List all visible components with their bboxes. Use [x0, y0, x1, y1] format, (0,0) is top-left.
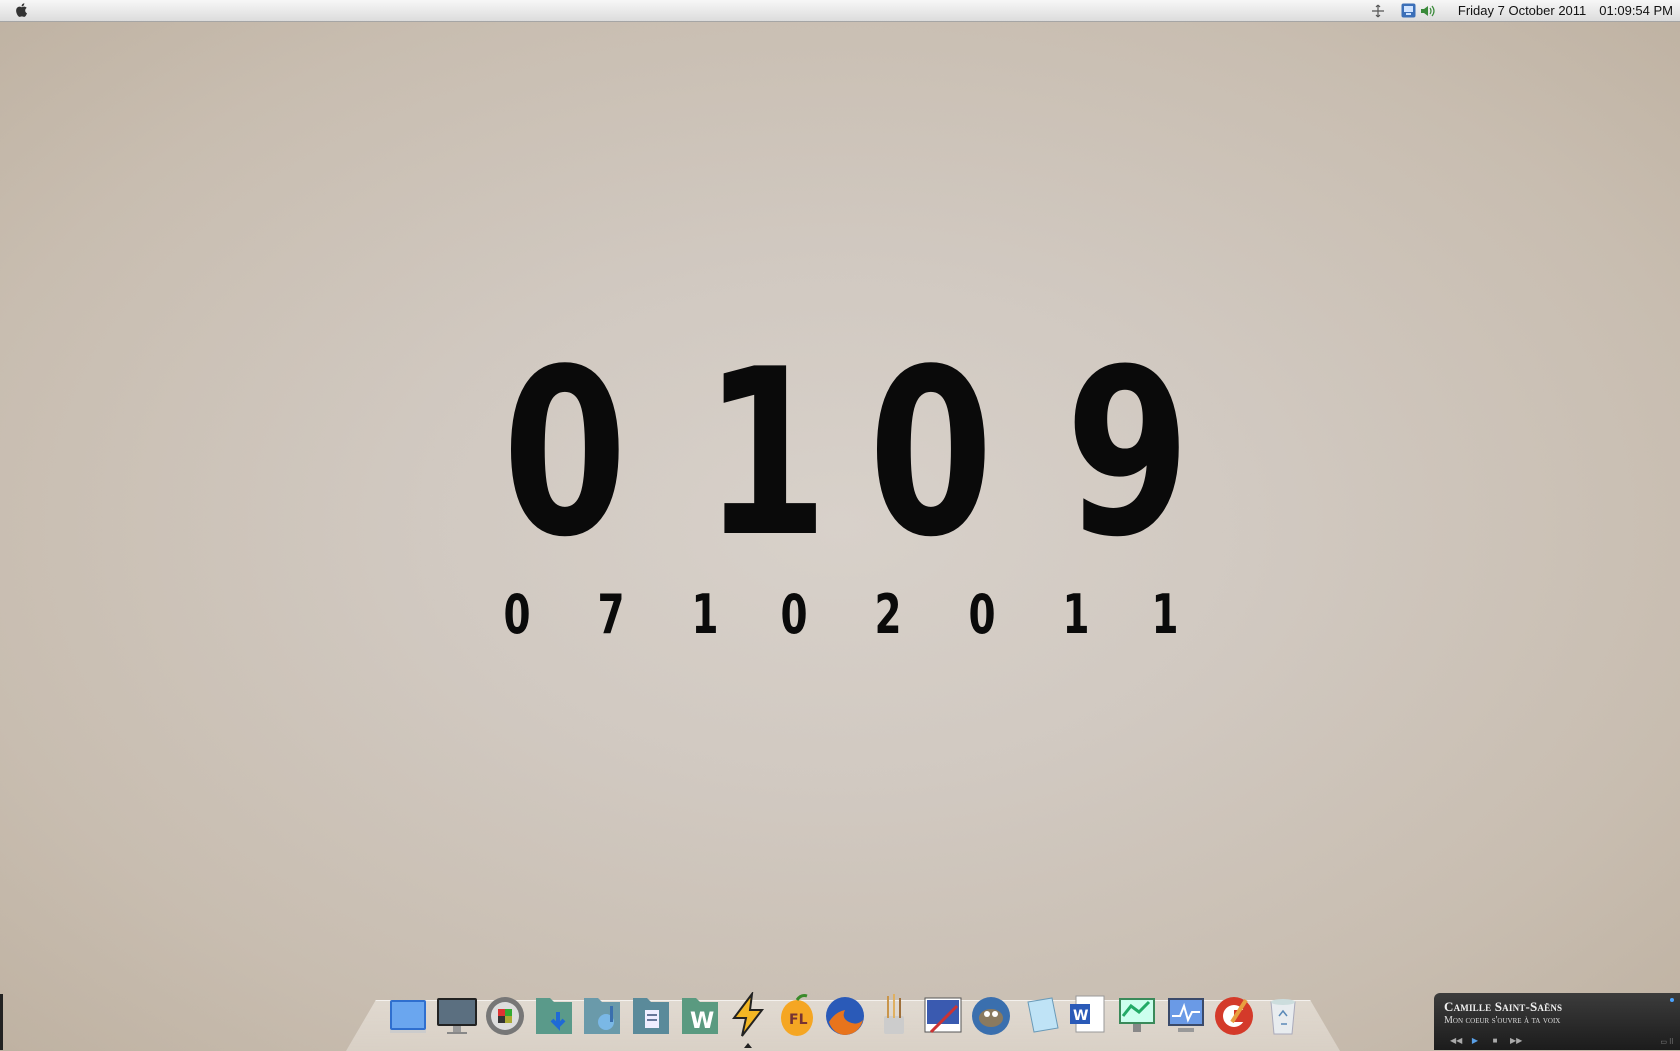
desktop-icon[interactable] [386, 992, 430, 1038]
sync-icon[interactable] [1371, 4, 1385, 18]
activity-monitor-icon[interactable] [1164, 992, 1208, 1038]
date-digit: 0 [780, 583, 808, 646]
date-digit: 2 [874, 583, 902, 646]
photo-editor-icon[interactable] [921, 992, 965, 1038]
volume-icon[interactable] [1420, 4, 1436, 18]
status-dot-icon [1670, 998, 1674, 1002]
hour-ones-digit: 1 [703, 321, 829, 588]
system-preferences-icon[interactable] [483, 992, 527, 1038]
clock-date-display: 0 7 1 0 2 0 1 1 [0, 585, 1680, 645]
notepad-icon[interactable] [1018, 992, 1062, 1038]
play-icon[interactable]: ▶ [1470, 1036, 1480, 1045]
music-folder-icon[interactable] [580, 992, 624, 1038]
date-digit: 1 [1151, 583, 1179, 646]
music-track: Mon coeur s'ouvre à ta voix [1444, 1015, 1561, 1026]
menu-bar-extras: Friday 7 October 2011 01:09:54 PM [1371, 0, 1673, 21]
minute-tens-digit: 0 [868, 321, 994, 588]
stop-icon[interactable]: ■ [1490, 1036, 1500, 1045]
winamp-icon[interactable] [726, 992, 770, 1038]
svg-text:FL: FL [789, 1012, 808, 1028]
running-indicator [744, 1043, 752, 1048]
network-icon[interactable] [1401, 3, 1416, 18]
clock-time-display: 0 1 0 9 [0, 335, 1680, 575]
hour-tens-digit: 0 [502, 321, 628, 588]
date-digit: 1 [691, 583, 719, 646]
monitor-icon[interactable] [435, 992, 479, 1038]
previous-icon[interactable]: ◀◀ [1450, 1036, 1462, 1045]
widget-options-icon[interactable]: ▭ ⠿ [1660, 1038, 1674, 1046]
music-widget[interactable]: Camille Saint-Saëns Mon coeur s'ouvre à … [1434, 993, 1680, 1050]
firefox-icon[interactable] [823, 992, 867, 1038]
left-edge [0, 994, 3, 1050]
documents-folder-icon[interactable] [629, 992, 673, 1038]
word-icon[interactable]: W [1066, 992, 1110, 1038]
downloads-folder-icon[interactable] [532, 992, 576, 1038]
next-icon[interactable]: ▶▶ [1510, 1036, 1522, 1045]
ccleaner-icon[interactable] [1212, 992, 1256, 1038]
music-artist: Camille Saint-Saëns [1444, 999, 1563, 1014]
date-digit: 7 [597, 583, 625, 646]
date-digit: 0 [503, 583, 531, 646]
menu-bar-date[interactable]: Friday 7 October 2011 [1458, 3, 1586, 18]
apple-icon[interactable] [14, 2, 28, 18]
date-digit: 1 [1062, 583, 1090, 646]
fl-studio-icon[interactable]: FL [775, 992, 819, 1038]
date-digit: 0 [968, 583, 996, 646]
network-monitor-icon[interactable] [1115, 992, 1159, 1038]
svg-text:W: W [690, 1009, 714, 1034]
recycle-bin-icon[interactable] [1261, 992, 1305, 1038]
minute-ones-digit: 9 [1065, 321, 1191, 588]
gimp-icon[interactable] [969, 992, 1013, 1038]
dock: W FL W [386, 992, 1309, 1044]
w-folder-icon[interactable]: W [678, 992, 722, 1038]
menu-bar: Friday 7 October 2011 01:09:54 PM [0, 0, 1680, 22]
music-controls: ◀◀ ▶ ■ ▶▶ [1450, 1036, 1522, 1045]
paint-brushes-icon[interactable] [872, 992, 916, 1038]
svg-text:W: W [1073, 1008, 1088, 1024]
menu-bar-time[interactable]: 01:09:54 PM [1599, 3, 1673, 18]
